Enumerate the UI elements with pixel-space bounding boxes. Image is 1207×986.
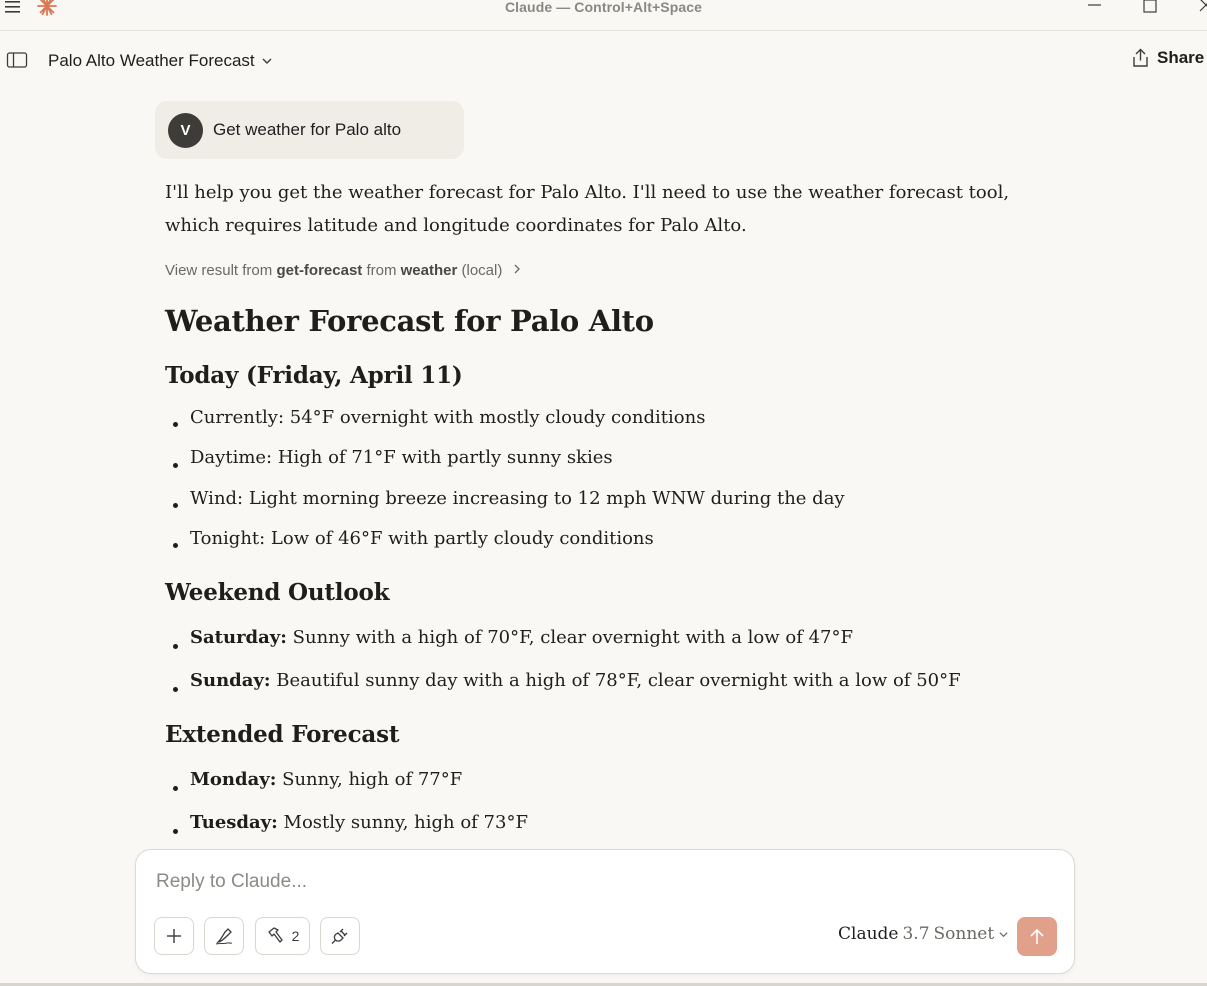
list-item: Daytime: High of 71°F with partly sunny … <box>165 444 1025 485</box>
list-item-text: Beautiful sunny day with a high of 78°F,… <box>276 670 961 691</box>
share-button[interactable]: Share <box>1131 48 1204 68</box>
forecast-heading: Weather Forecast for Palo Alto <box>165 304 654 338</box>
user-message-text: Get weather for Palo alto <box>213 120 402 139</box>
list-item-text: Sunny with a high of 70°F, clear overnig… <box>292 627 853 648</box>
tool-name: get-forecast <box>276 262 363 279</box>
day-label: Sunday: <box>190 670 271 691</box>
maximize-icon[interactable] <box>1139 0 1161 16</box>
pen-style-icon <box>215 928 233 945</box>
list-item: Wind: Light morning breeze increasing to… <box>165 485 1025 525</box>
section-heading: Today (Friday, April 11) <box>165 362 463 389</box>
sidebar-toggle-icon[interactable] <box>6 50 28 70</box>
list-item-text: Wind: Light morning breeze increasing to… <box>190 488 845 509</box>
conversation-title-dropdown[interactable]: Palo Alto Weather Forecast <box>40 44 281 78</box>
list-item-text: Tonight: Low of 46°F with partly cloudy … <box>190 528 654 549</box>
avatar: V <box>168 112 203 148</box>
list-item-text: Mostly sunny, high of 73°F <box>283 812 528 833</box>
model-brand: Claude <box>838 924 899 944</box>
list-item-text: Sunny, high of 77°F <box>282 769 463 790</box>
extended-list: Monday: Sunny, high of 77°F Tuesday: Mos… <box>165 766 1025 852</box>
tools-button[interactable]: 2 <box>255 917 310 955</box>
today-list: Currently: 54°F overnight with mostly cl… <box>165 404 1025 565</box>
title-bar: Claude — Control+Alt+Space <box>0 0 1207 31</box>
plus-icon <box>167 929 181 943</box>
user-message: V Get weather for Palo alto <box>155 101 464 159</box>
reply-input[interactable] <box>154 870 1038 894</box>
conversation-title: Palo Alto Weather Forecast <box>48 51 255 70</box>
day-label: Tuesday: <box>190 812 278 833</box>
list-item-text: Currently: 54°F overnight with mostly cl… <box>190 407 706 428</box>
assistant-message: I'll help you get the weather forecast f… <box>165 176 1025 834</box>
close-icon[interactable] <box>1195 0 1207 16</box>
model-selector[interactable]: Claude 3.7 Sonnet <box>838 924 1009 944</box>
hammer-icon <box>267 927 283 943</box>
chevron-right-icon <box>514 264 520 274</box>
tool-result-link[interactable]: View result from get-forecast from weath… <box>165 262 523 279</box>
integrations-button[interactable] <box>320 917 360 955</box>
list-item: Tonight: Low of 46°F with partly cloudy … <box>165 525 1025 565</box>
plug-icon <box>331 928 348 944</box>
conversation-header: Palo Alto Weather Forecast Share <box>0 31 1207 91</box>
list-item: Currently: 54°F overnight with mostly cl… <box>165 404 1025 444</box>
chevron-down-icon <box>999 931 1008 937</box>
model-name: Sonnet <box>933 924 995 944</box>
section-heading: Weekend Outlook <box>165 579 390 606</box>
chevron-down-icon <box>262 58 272 64</box>
model-version: 3.7 <box>902 924 930 944</box>
list-item: Sunday: Beautiful sunny day with a high … <box>165 667 1025 710</box>
minimize-icon[interactable] <box>1084 0 1106 16</box>
reply-composer: 2 Claude 3.7 Sonnet <box>135 849 1075 974</box>
tool-result-middle: from <box>366 262 397 279</box>
tools-count: 2 <box>291 928 300 944</box>
list-item: Tuesday: Mostly sunny, high of 73°F <box>165 809 1025 852</box>
window-title: Claude — Control+Alt+Space <box>504 0 703 15</box>
share-icon <box>1133 48 1148 67</box>
list-item-text: Daytime: High of 71°F with partly sunny … <box>190 447 613 468</box>
list-item: Monday: Sunny, high of 77°F <box>165 766 1025 809</box>
send-button[interactable] <box>1017 917 1057 956</box>
list-item: Saturday: Sunny with a high of 70°F, cle… <box>165 624 1025 667</box>
day-label: Monday: <box>190 769 277 790</box>
share-label: Share <box>1157 48 1205 67</box>
add-content-button[interactable] <box>154 917 194 955</box>
day-label: Saturday: <box>190 627 287 648</box>
style-button[interactable] <box>204 917 244 955</box>
section-heading: Extended Forecast <box>165 721 400 748</box>
weekend-list: Saturday: Sunny with a high of 70°F, cle… <box>165 624 1025 710</box>
arrow-up-icon <box>1030 928 1044 944</box>
assistant-intro: I'll help you get the weather forecast f… <box>165 182 1010 236</box>
tool-server: weather <box>400 262 458 279</box>
tool-result-suffix: (local) <box>461 262 503 279</box>
tool-result-prefix: View result from <box>165 262 273 279</box>
